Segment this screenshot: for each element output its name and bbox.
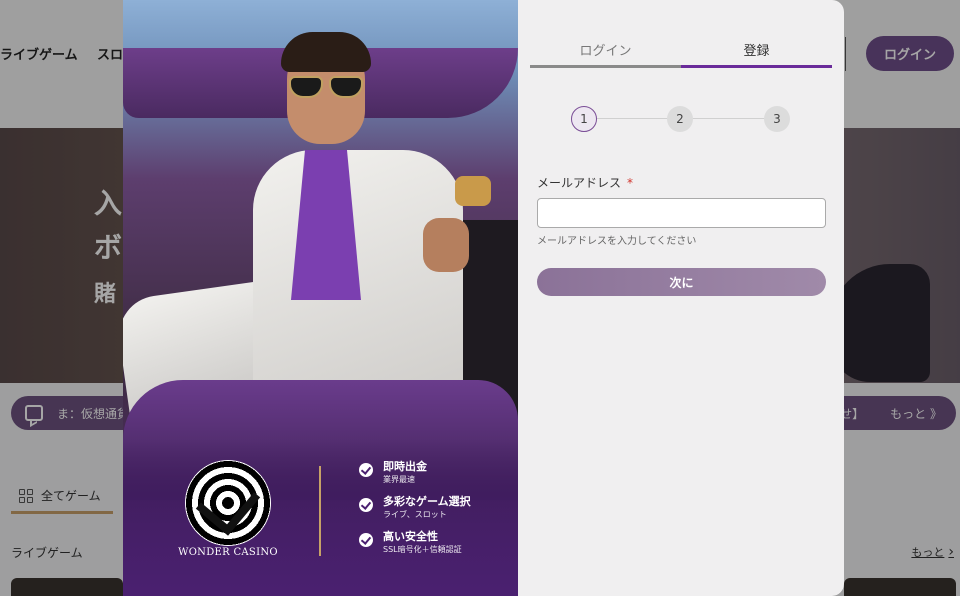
step-2: 2 [667, 106, 693, 132]
register-form-panel: ログイン 登録 1 2 3 メールアドレス * メールアドレスを入力してください … [518, 0, 844, 596]
feature-subtitle: 業界最速 [383, 475, 415, 484]
promo-divider [319, 466, 321, 556]
next-button[interactable]: 次に [537, 268, 826, 296]
auth-tabs: ログイン 登録 [530, 42, 832, 68]
model-hand-image [423, 218, 469, 272]
model-hair-image [281, 32, 371, 72]
step-1: 1 [571, 106, 597, 132]
sunglasses-image [286, 76, 366, 98]
email-label: メールアドレス * [537, 174, 633, 191]
logo-text: WONDER CASINO [178, 547, 278, 558]
tab-login[interactable]: ログイン [530, 42, 681, 68]
tab-register[interactable]: 登録 [681, 42, 832, 68]
feature-subtitle: SSL暗号化＋信頼認証 [383, 545, 462, 554]
step-3: 3 [764, 106, 790, 132]
feature-subtitle: ライブ、スロット [383, 510, 447, 519]
email-hint: メールアドレスを入力してください [537, 236, 697, 247]
feature-title: 即時出金 [383, 460, 427, 473]
check-circle-icon [359, 463, 373, 477]
feature-title: 高い安全性 [383, 530, 438, 543]
promo-panel: WONDER CASINO 即時出金 業界最速 多彩なゲーム選択 ライブ、スロッ… [123, 0, 518, 596]
check-circle-icon [359, 498, 373, 512]
required-mark: * [627, 176, 634, 190]
feature-item: 高い安全性 SSL暗号化＋信頼認証 [359, 530, 462, 556]
watch-image [455, 176, 491, 206]
feature-title: 多彩なゲーム選択 [383, 495, 471, 508]
email-field[interactable] [537, 198, 826, 228]
feature-item: 即時出金 業界最速 [359, 460, 427, 486]
feature-item: 多彩なゲーム選択 ライブ、スロット [359, 495, 471, 521]
email-label-text: メールアドレス [537, 176, 622, 190]
register-modal: WONDER CASINO 即時出金 業界最速 多彩なゲーム選択 ライブ、スロッ… [123, 0, 844, 596]
step-indicator: 1 2 3 [571, 106, 791, 132]
check-circle-icon [359, 533, 373, 547]
